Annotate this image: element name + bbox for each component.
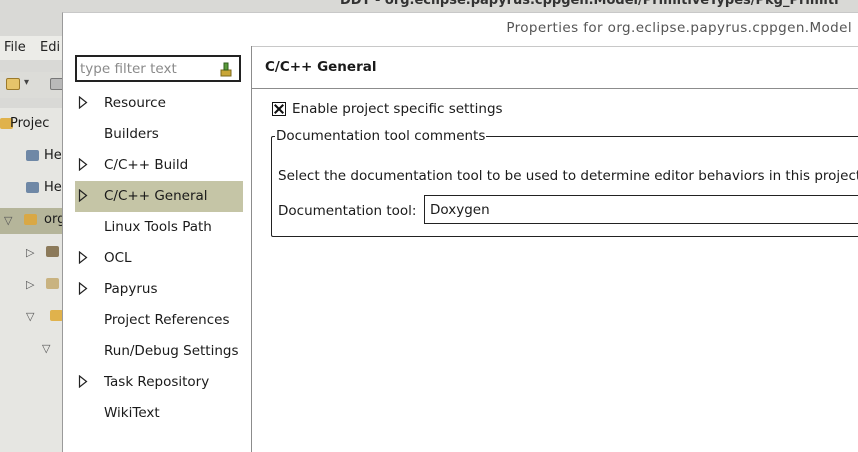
group-title: Documentation tool comments: [275, 128, 487, 144]
menu-edit[interactable]: Edi: [40, 40, 60, 55]
checkbox-checked-icon[interactable]: [272, 102, 286, 116]
chevron-down-icon[interactable]: ▽: [42, 342, 50, 355]
explorer-item[interactable]: He: [0, 176, 70, 202]
chevron-right-icon[interactable]: ▷: [26, 278, 34, 291]
divider: [251, 46, 252, 452]
doc-tool-value: Doxygen: [430, 202, 490, 218]
expand-icon[interactable]: [78, 96, 88, 109]
explorer-item-selected[interactable]: ▽ org: [0, 208, 70, 234]
project-explorer: Projec He He ▽ org ▷ ▷ ▽ ▽: [0, 108, 70, 452]
explorer-item[interactable]: ▽: [0, 304, 70, 330]
explorer-item[interactable]: Projec: [0, 112, 70, 138]
tree-item-label: OCL: [104, 250, 132, 266]
tree-item-ocl[interactable]: OCL: [75, 243, 243, 274]
doc-tool-select[interactable]: Doxygen: [424, 195, 858, 224]
tree-item-label: Builders: [104, 126, 159, 142]
expand-icon[interactable]: [78, 282, 88, 295]
enable-label[interactable]: Enable project specific settings: [292, 101, 503, 117]
group-description: Select the documentation tool to be used…: [278, 168, 858, 184]
tree-item-label: C/C++ Build: [104, 157, 189, 173]
tree-item-papyrus[interactable]: Papyrus: [75, 274, 243, 305]
tree-item-label: Papyrus: [104, 281, 158, 297]
tree-item-run-debug-settings[interactable]: Run/Debug Settings: [75, 336, 243, 367]
menu-file[interactable]: File: [4, 40, 26, 55]
properties-dialog: Properties for org.eclipse.papyrus.cppge…: [62, 12, 858, 452]
project-icon: [24, 214, 37, 225]
file-icon: [46, 278, 59, 289]
chevron-right-icon[interactable]: ▷: [26, 246, 34, 259]
tree-item-label: Linux Tools Path: [104, 219, 212, 235]
filter-input[interactable]: [80, 60, 216, 78]
toolbar: ▾: [0, 72, 70, 98]
menu-bar: File Edi: [0, 36, 70, 60]
expand-icon[interactable]: [78, 189, 88, 202]
tree-item-label: Run/Debug Settings: [104, 343, 239, 359]
chevron-down-icon[interactable]: ▽: [26, 310, 34, 323]
tree-item-label: C/C++ General: [104, 188, 208, 204]
expand-icon[interactable]: [78, 158, 88, 171]
clear-filter-icon[interactable]: [219, 61, 233, 77]
tree-item-label: WikiText: [104, 405, 160, 421]
tree-item-label: Resource: [104, 95, 166, 111]
tree-item-project-references[interactable]: Project References: [75, 305, 243, 336]
library-icon: [26, 182, 39, 193]
tree-item-label: Project References: [104, 312, 230, 328]
explorer-item[interactable]: He: [0, 144, 70, 170]
dropdown-icon[interactable]: ▾: [24, 77, 29, 88]
explorer-item[interactable]: ▷: [0, 272, 70, 298]
tree-item-c-c-build[interactable]: C/C++ Build: [75, 150, 243, 181]
package-icon: [46, 246, 59, 257]
dialog-title: Properties for org.eclipse.papyrus.cppge…: [506, 20, 852, 36]
doc-tool-label: Documentation tool:: [278, 203, 417, 219]
page-header: C/C++ General: [252, 46, 858, 89]
explorer-item[interactable]: ▽: [0, 336, 70, 362]
documentation-group: Documentation tool comments Select the d…: [271, 128, 858, 237]
library-icon: [26, 150, 39, 161]
chevron-down-icon[interactable]: ▽: [4, 214, 12, 227]
tree-item-c-c-general[interactable]: C/C++ General: [75, 181, 243, 212]
explorer-item[interactable]: ▷: [0, 240, 70, 266]
tree-item-task-repository[interactable]: Task Repository: [75, 367, 243, 398]
tree-item-resource[interactable]: Resource: [75, 88, 243, 119]
tree-item-linux-tools-path[interactable]: Linux Tools Path: [75, 212, 243, 243]
page-title: C/C++ General: [265, 59, 377, 75]
filter-field[interactable]: [75, 55, 241, 82]
tree-item-wikitext[interactable]: WikiText: [75, 398, 243, 429]
expand-icon[interactable]: [78, 251, 88, 264]
tree-item-label: Task Repository: [104, 374, 210, 390]
expand-icon[interactable]: [78, 375, 88, 388]
tree-item-builders[interactable]: Builders: [75, 119, 243, 150]
new-icon[interactable]: [6, 78, 20, 90]
